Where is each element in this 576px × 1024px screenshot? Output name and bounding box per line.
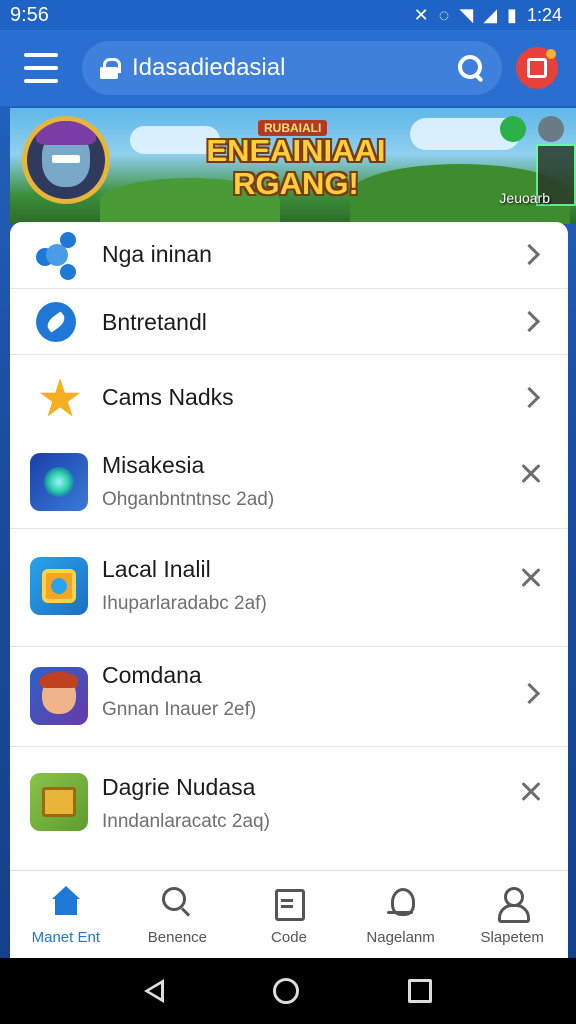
nav-item-profile[interactable]: Slapetem <box>456 871 568 956</box>
banner-title-line1: ENEAINIAAI <box>206 133 386 168</box>
battery-icon: ▮ <box>507 4 517 25</box>
home-icon <box>49 885 83 919</box>
list-item[interactable]: Lacal Inalil Ihuparlaradabc 2af) <box>10 529 568 647</box>
bell-icon <box>384 885 418 919</box>
nav-item-home[interactable]: Manet Ent <box>10 871 122 956</box>
close-icon[interactable] <box>520 567 542 589</box>
chevron-right-icon[interactable] <box>520 244 542 266</box>
list-item-title: Nga ininan <box>102 241 212 267</box>
list-item[interactable]: Bntretandl <box>10 289 568 355</box>
wifi-icon: ◥ <box>459 4 474 25</box>
chevron-right-icon[interactable] <box>520 387 542 409</box>
bottom-navigation: Manet Ent Benence Code Nagelanm Slapetem <box>10 870 568 956</box>
list-item-subtitle: Ohganbntntnsc 2ad) <box>102 489 275 510</box>
list-item-subtitle: Ihuparlaradabc 2af) <box>102 593 267 614</box>
system-navigation-bar <box>0 958 576 1024</box>
recents-icon[interactable] <box>407 979 432 1003</box>
list-item[interactable]: Comdana Gnnan Inauer 2ef) <box>10 647 568 747</box>
close-icon[interactable] <box>520 781 542 803</box>
nav-label: Slapetem <box>480 929 544 946</box>
status-time-left: 9:56 <box>10 3 49 26</box>
lacal-app-icon <box>30 557 88 615</box>
list-item-title: Lacal Inalil <box>102 556 211 582</box>
share-icon <box>32 228 88 284</box>
vibrate-icon: ◌ <box>438 4 450 25</box>
chevron-right-icon[interactable] <box>520 683 542 705</box>
settings-icon[interactable] <box>538 116 564 142</box>
promo-banner[interactable]: RUBAIALI ENEAINIAAI RGANG! Jeuoarb <box>10 108 576 224</box>
banner-title: ENEAINIAAI RGANG! <box>196 134 396 200</box>
lock-icon <box>100 58 121 79</box>
list-item-title: Dagrie Nudasa <box>102 774 256 800</box>
list-item[interactable]: Misakesia Ohganbntntnsc 2ad) <box>10 441 568 529</box>
comdana-app-icon <box>30 667 88 725</box>
chevron-right-icon[interactable] <box>520 311 542 333</box>
code-icon <box>272 885 306 921</box>
list-item[interactable]: Nga ininan <box>10 222 568 289</box>
hero-avatar <box>22 116 110 204</box>
back-icon[interactable] <box>144 979 165 1003</box>
home-circle-icon[interactable] <box>272 978 299 1004</box>
nav-item-notifications[interactable]: Nagelanm <box>345 871 457 956</box>
banner-title-line2: RGANG! <box>233 166 359 201</box>
star-mascot-icon: ★ <box>36 370 84 428</box>
nav-label: Code <box>271 929 307 946</box>
nav-label: Nagelanm <box>366 929 435 946</box>
signal-icon: ◢ <box>483 4 498 25</box>
app-bar: Idasadiedasial <box>0 30 576 106</box>
bird-icon <box>36 302 76 342</box>
menu-list: Nga ininan Bntretandl ★ Cams Nadks Misak… <box>10 222 568 958</box>
list-item-subtitle: Inndanlaracatc 2aq) <box>102 811 270 832</box>
search-icon <box>160 885 194 919</box>
status-icons: ✕ ◌ ◥ ◢ ▮ 1:24 <box>414 5 562 26</box>
misakesia-app-icon <box>30 453 88 511</box>
list-item-title: Misakesia <box>102 452 205 478</box>
nav-item-search[interactable]: Benence <box>122 871 234 956</box>
banner-tag: Jeuoarb <box>499 190 550 206</box>
status-bar: 9:56 ✕ ◌ ◥ ◢ ▮ 1:24 <box>0 0 576 30</box>
address-text[interactable]: Idasadiedasial <box>132 54 458 82</box>
nfc-icon: ✕ <box>413 4 429 25</box>
list-item-title: Bntretandl <box>102 309 207 335</box>
list-item[interactable]: Dagrie Nudasa Inndanlaracatc 2aq) <box>10 747 568 871</box>
nav-item-code[interactable]: Code <box>233 871 345 956</box>
list-item[interactable]: ★ Cams Nadks <box>10 355 568 441</box>
search-icon[interactable] <box>458 55 484 81</box>
list-item-title: Cams Nadks <box>102 384 234 410</box>
close-icon[interactable] <box>520 463 542 485</box>
app-screen: 9:56 ✕ ◌ ◥ ◢ ▮ 1:24 Idasadiedasial RUBAI… <box>0 0 576 1024</box>
profile-icon[interactable] <box>516 47 558 89</box>
nav-label: Manet Ent <box>31 929 100 946</box>
list-item-title: Comdana <box>102 662 202 688</box>
download-icon[interactable] <box>500 116 526 142</box>
dagrie-app-icon <box>30 773 88 831</box>
address-bar[interactable]: Idasadiedasial <box>82 41 502 95</box>
status-time-right: 1:24 <box>526 4 562 25</box>
menu-icon[interactable] <box>24 53 58 83</box>
list-item-subtitle: Gnnan Inauer 2ef) <box>102 699 257 720</box>
nav-label: Benence <box>147 929 207 946</box>
user-icon <box>495 885 531 923</box>
